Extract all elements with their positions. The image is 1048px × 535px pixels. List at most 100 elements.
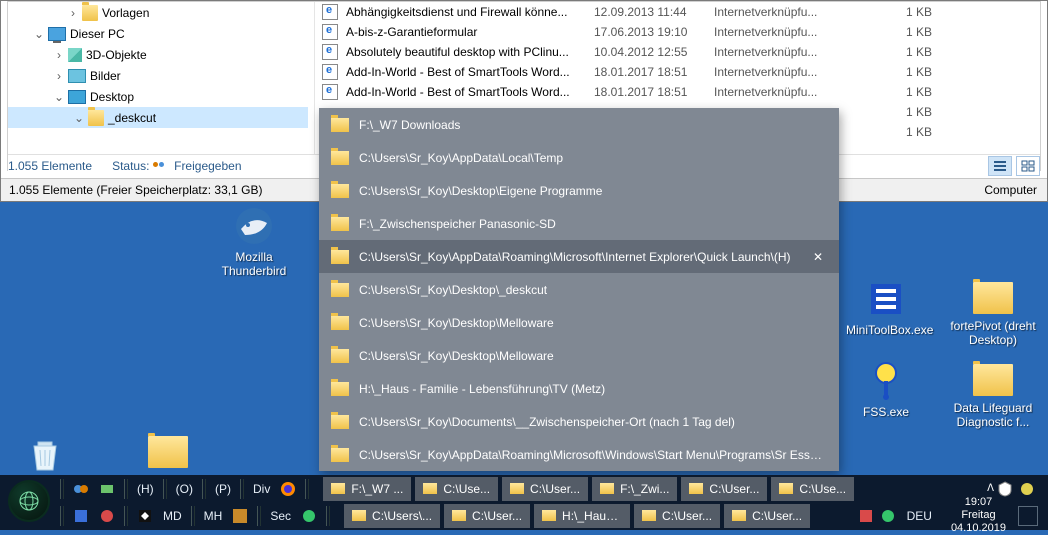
taskbar-group-mh[interactable]: MH xyxy=(204,509,223,523)
jumplist-item[interactable]: F:\_W7 Downloads xyxy=(319,108,839,141)
taskbar-folder-button[interactable]: C:\User... xyxy=(444,504,530,528)
tree-item[interactable]: ⌄_deskcut xyxy=(8,107,308,128)
expand-toggle[interactable]: › xyxy=(66,6,80,20)
taskbar-folder-button[interactable]: C:\User... xyxy=(634,504,720,528)
tray-icon[interactable] xyxy=(135,506,155,526)
file-row[interactable]: A-bis-z-Garantieformular17.06.2013 19:10… xyxy=(322,22,1040,42)
view-icons-button[interactable] xyxy=(1016,156,1040,176)
desktop-icon-minitool[interactable]: MiniToolBox.exe xyxy=(846,278,926,337)
desktop-icon-datalife[interactable]: Data Lifeguard Diagnostic f... xyxy=(945,360,1041,429)
taskbar-folder-button[interactable]: C:\Use... xyxy=(771,477,854,501)
tree-item[interactable]: ⌄Desktop xyxy=(8,86,308,107)
desktop-icon-fss[interactable]: FSS.exe xyxy=(846,360,926,419)
tree-label: Dieser PC xyxy=(70,27,125,41)
file-name: Abhängigkeitsdienst und Firewall könne..… xyxy=(346,5,594,19)
folder-icon xyxy=(331,415,349,429)
desktop-folder[interactable] xyxy=(128,436,208,471)
taskbar-folder-button[interactable]: H:\_Haus ... xyxy=(534,504,630,528)
jumplist-item[interactable]: C:\Users\Sr_Koy\Desktop\_deskcut xyxy=(319,273,839,306)
taskbar-folder-button[interactable]: F:\_W7 ... xyxy=(323,477,411,501)
file-row[interactable]: Add-In-World - Best of SmartTools Word..… xyxy=(322,82,1040,102)
jumplist-item[interactable]: C:\Users\Sr_Koy\Desktop\Melloware xyxy=(319,306,839,339)
tree-label: Vorlagen xyxy=(102,6,149,20)
jumplist-item[interactable]: C:\Users\Sr_Koy\AppData\Roaming\Microsof… xyxy=(319,438,839,471)
file-name: A-bis-z-Garantieformular xyxy=(346,25,594,39)
tray-icon[interactable] xyxy=(230,506,250,526)
folder-tree[interactable]: › Vorlagen ⌄ Dieser PC ›3D-Objekte›Bilder⌄De… xyxy=(8,2,308,170)
language-indicator[interactable]: DEU xyxy=(907,509,932,523)
tray-app-icon[interactable] xyxy=(880,508,896,524)
jumplist-item[interactable]: H:\_Haus - Familie - Lebensführung\TV (M… xyxy=(319,372,839,405)
expand-toggle[interactable]: ⌄ xyxy=(32,27,46,41)
tree-item[interactable]: ⌄ Dieser PC xyxy=(8,23,308,44)
jumplist-item[interactable]: C:\Users\Sr_Koy\Documents\__Zwischenspei… xyxy=(319,405,839,438)
thunderbird-icon xyxy=(233,205,275,247)
notifications-button[interactable] xyxy=(1018,506,1038,526)
folder-icon xyxy=(331,283,349,297)
expand-toggle[interactable]: ⌄ xyxy=(52,90,66,104)
taskbar-group-h[interactable]: (H) xyxy=(137,482,154,496)
tray-icon[interactable] xyxy=(97,506,117,526)
folder-icon xyxy=(331,118,349,132)
jumplist-label: C:\Users\Sr_Koy\AppData\Roaming\Microsof… xyxy=(359,448,827,462)
taskbar-folder-button[interactable]: F:\_Zwi... xyxy=(592,477,677,501)
taskbar-group-md[interactable]: MD xyxy=(163,509,182,523)
minitool-icon xyxy=(865,278,907,320)
tree-item[interactable]: › Vorlagen xyxy=(8,2,308,23)
taskbar-folder-button[interactable]: C:\User... xyxy=(724,504,810,528)
folder-icon xyxy=(600,483,614,494)
taskbar-group-div[interactable]: Div xyxy=(253,482,270,496)
tree-item[interactable]: ›3D-Objekte xyxy=(8,44,308,65)
jumplist-item[interactable]: C:\Users\Sr_Koy\Desktop\Eigene Programme xyxy=(319,174,839,207)
folder-jumplist[interactable]: F:\_W7 Downloads C:\Users\Sr_Koy\AppData\… xyxy=(319,108,839,471)
tray-app-icon[interactable] xyxy=(1019,481,1035,497)
taskbar: (H) (O) (P) Div F:\_W7 ...C:\Use...C:\Us… xyxy=(0,475,1048,530)
tray-overflow[interactable]: ᐱ xyxy=(987,483,994,494)
tree-divider[interactable] xyxy=(314,2,315,170)
jumplist-item[interactable]: C:\Users\Sr_Koy\AppData\Roaming\Microsof… xyxy=(319,240,839,273)
tray-app-icon[interactable] xyxy=(858,508,874,524)
taskbar-folder-button[interactable]: C:\Use... xyxy=(415,477,498,501)
firefox-icon[interactable] xyxy=(278,479,298,499)
taskbar-folder-button[interactable]: C:\User... xyxy=(681,477,767,501)
taskbar-clock[interactable]: 19:07 Freitag 04.10.2019 xyxy=(951,496,1006,535)
expand-toggle[interactable]: › xyxy=(52,48,66,62)
expand-toggle[interactable]: ⌄ xyxy=(72,111,86,125)
close-icon[interactable]: ✕ xyxy=(813,250,827,264)
tray-icon[interactable] xyxy=(299,506,319,526)
file-row[interactable]: Add-In-World - Best of SmartTools Word..… xyxy=(322,62,1040,82)
tree-item[interactable]: ›Bilder xyxy=(8,65,308,86)
jumplist-item[interactable]: F:\_Zwischenspeicher Panasonic-SD xyxy=(319,207,839,240)
jumplist-label: F:\_Zwischenspeicher Panasonic-SD xyxy=(359,217,827,231)
file-row[interactable]: Abhängigkeitsdienst und Firewall könne..… xyxy=(322,2,1040,22)
view-details-button[interactable] xyxy=(988,156,1012,176)
taskbar-folder-button[interactable]: C:\Users\... xyxy=(344,504,440,528)
file-row[interactable]: Absolutely beautiful desktop with PClinu… xyxy=(322,42,1040,62)
tray-icon[interactable] xyxy=(71,506,91,526)
start-button[interactable] xyxy=(8,480,50,522)
tray-icon[interactable] xyxy=(97,479,117,499)
desktop-icon-fortepivot[interactable]: fortePivot (dreht Desktop) xyxy=(945,278,1041,347)
tray-icon[interactable] xyxy=(71,479,91,499)
folder-icon xyxy=(779,483,793,494)
status-count: 1.055 Elemente xyxy=(8,159,92,173)
folder-icon xyxy=(732,510,746,521)
file-size: 1 KB xyxy=(872,65,942,79)
taskbar-folder-button[interactable]: C:\User... xyxy=(502,477,588,501)
taskbar-group-sec[interactable]: Sec xyxy=(270,509,291,523)
internet-shortcut-icon xyxy=(322,44,338,60)
taskbar-group-o[interactable]: (O) xyxy=(176,482,193,496)
jumplist-label: F:\_W7 Downloads xyxy=(359,118,827,132)
expand-toggle[interactable]: › xyxy=(52,69,66,83)
file-type: Internetverknüpfu... xyxy=(714,25,872,39)
folder-icon xyxy=(973,282,1013,314)
security-icon[interactable] xyxy=(997,481,1013,497)
taskbar-group-p[interactable]: (P) xyxy=(215,482,231,496)
folder-icon xyxy=(331,250,349,264)
jumplist-item[interactable]: C:\Users\Sr_Koy\Desktop\Melloware xyxy=(319,339,839,372)
file-type: Internetverknüpfu... xyxy=(714,85,872,99)
desktop-icon-thunderbird[interactable]: Mozilla Thunderbird xyxy=(214,205,294,278)
internet-shortcut-icon xyxy=(322,84,338,100)
recycle-bin[interactable] xyxy=(26,436,64,474)
jumplist-item[interactable]: C:\Users\Sr_Koy\AppData\Local\Temp xyxy=(319,141,839,174)
